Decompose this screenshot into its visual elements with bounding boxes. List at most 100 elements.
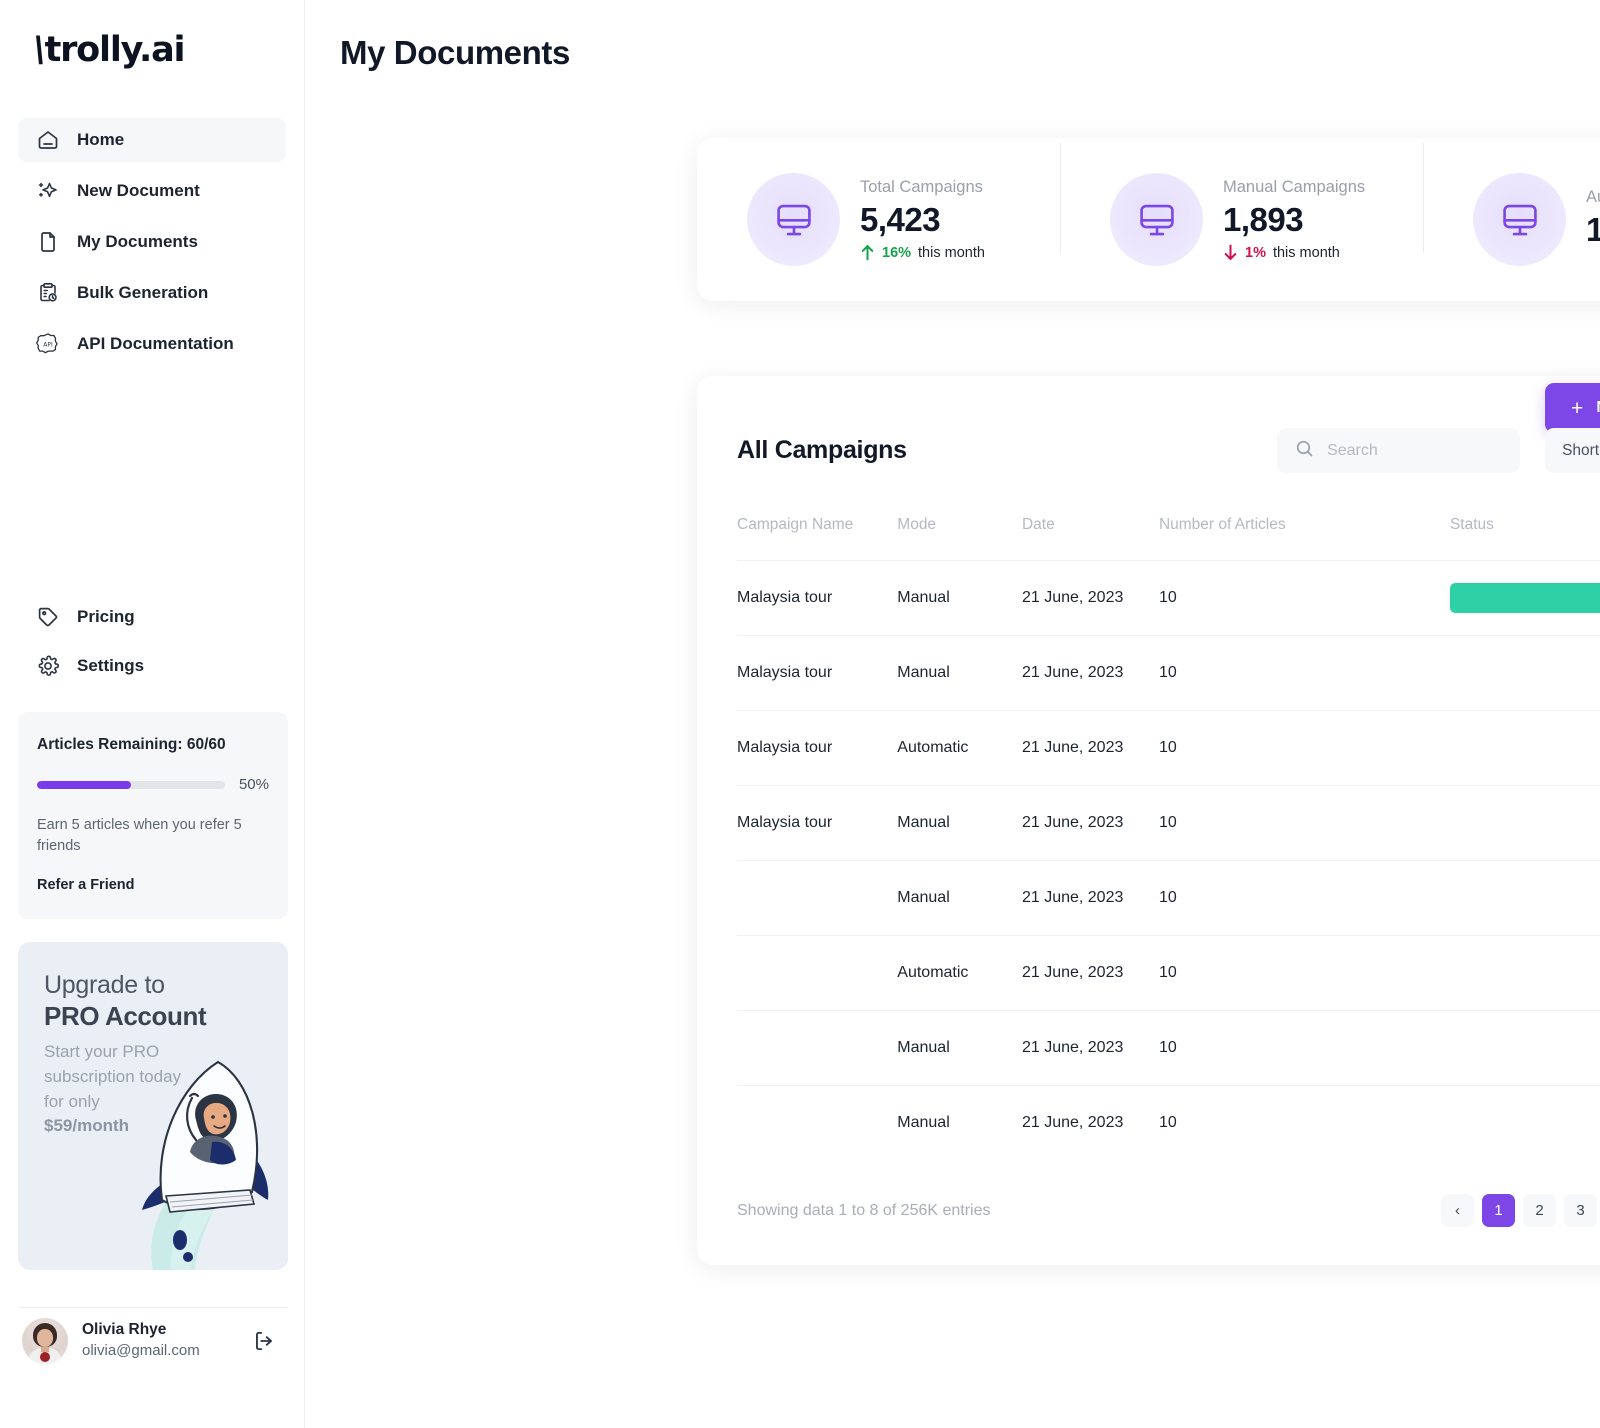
stat-value: 189 (1586, 211, 1600, 249)
column-header-mode: Mode (897, 516, 937, 533)
upgrade-price: $59/month (44, 1116, 130, 1136)
credits-progress-track (37, 780, 225, 789)
sidebar-item-label: New Document (77, 181, 200, 200)
table-row[interactable]: Malaysia tour Manual 21 June, 2023 10 (737, 560, 1600, 636)
sidebar: \trolly.ai Home New Document My Document… (0, 0, 305, 1428)
cell-date: 21 June, 2023 (1021, 860, 1159, 936)
sidebar-item-label: Home (77, 130, 125, 149)
cell-campaign-name (737, 860, 898, 936)
column-header-number-of-articles: Number of Articles (1158, 516, 1286, 533)
pagination-prev-button[interactable]: ‹ (1441, 1194, 1474, 1227)
cell-date: 21 June, 2023 (1021, 710, 1159, 786)
table-header-row: Campaign Name Mode Date Number of Articl… (737, 516, 1600, 561)
table-row[interactable]: Automatic21 June, 202310Completed (737, 935, 1600, 1011)
user-name: Olivia Rhye (82, 1321, 167, 1339)
cell-mode: Manual (897, 635, 1022, 711)
refer-a-friend-link[interactable]: Refer a Friend (37, 877, 269, 893)
sidebar-item-bulk-generation[interactable]: Bulk Generation (18, 271, 286, 315)
column-header-status: Status (1449, 516, 1494, 533)
table-head: Campaign Name Mode Date Number of Articl… (737, 516, 1600, 561)
credits-progress-fill (37, 780, 131, 789)
cell-campaign-name: Malaysia tour (737, 560, 898, 636)
sidebar-item-home[interactable]: Home (18, 118, 286, 162)
cell-status: Completed (1449, 1085, 1600, 1161)
stat-trend-suffix: this month (1272, 244, 1340, 261)
stat-label: Total Campaigns (860, 177, 983, 196)
user-divider (18, 1307, 288, 1308)
cell-mode: Manual (897, 1010, 1022, 1086)
cell-date: 21 June, 2023 (1021, 1085, 1159, 1161)
user-profile[interactable]: Olivia Rhye olivia@gmail.com (22, 1318, 292, 1364)
avatar (22, 1318, 68, 1364)
table-row[interactable]: Manual21 June, 202310Completed (737, 1010, 1600, 1086)
sidebar-item-my-documents[interactable]: My Documents (18, 220, 286, 264)
brand-name: trolly.ai (44, 30, 186, 70)
upgrade-headline-1: Upgrade to (44, 971, 165, 999)
campaigns-table: Campaign Name Mode Date Number of Articl… (737, 516, 1600, 1161)
stat-trend: 1% this month (1223, 244, 1365, 261)
cell-status: Completed (1449, 1010, 1600, 1086)
table-body: Malaysia tour Manual 21 June, 2023 10 Malays… (737, 560, 1600, 1161)
brand-logo[interactable]: \trolly.ai (0, 0, 304, 96)
upgrade-subtext: Start your PRO subscription today for on… (44, 1040, 184, 1139)
search-box[interactable] (1277, 428, 1521, 473)
sort-by-dropdown[interactable]: Short by : Newest (1545, 428, 1600, 473)
search-input[interactable] (1327, 441, 1504, 460)
new-campaign-button[interactable]: + New Campaign (1545, 383, 1600, 433)
table-row[interactable]: Malaysia tourManual21 June, 202310Comple… (737, 785, 1600, 861)
user-email: olivia@gmail.com (82, 1342, 200, 1360)
stat-value: 5,423 (860, 200, 941, 238)
pagination-page-2[interactable]: 2 (1523, 1194, 1556, 1227)
cell-mode: Manual (897, 785, 1022, 861)
cell-date: 21 June, 2023 (1021, 560, 1159, 636)
pagination-page-3[interactable]: 3 (1564, 1194, 1597, 1227)
stat-manual-campaigns: Manual Campaigns 1,893 1% this month (1060, 143, 1423, 266)
cell-status: Completed (1449, 635, 1600, 711)
search-icon (1294, 438, 1315, 464)
credits-percent-label: 50% (238, 776, 269, 793)
table-row[interactable]: Manual21 June, 202310Completed (737, 860, 1600, 936)
sidebar-item-settings[interactable]: Settings (18, 644, 287, 688)
document-icon (35, 229, 61, 255)
sidebar-item-pricing[interactable]: Pricing (18, 595, 287, 639)
cell-status (1449, 560, 1600, 636)
stat-value: 1,893 (1223, 200, 1304, 238)
table-row[interactable]: Malaysia tourManual21 June, 202310Comple… (737, 635, 1600, 711)
cell-date: 21 June, 2023 (1021, 785, 1159, 861)
sidebar-item-new-document[interactable]: New Document (18, 169, 286, 213)
sidebar-item-api-documentation[interactable]: API API Documentation (18, 322, 286, 366)
pagination-page-1[interactable]: 1 (1482, 1194, 1515, 1227)
stat-label: Manual Campaigns (1223, 177, 1366, 196)
main-content: My Documents Total Campaigns 5,423 16% t… (305, 0, 1600, 1428)
stat-automatic-campaigns: Automatic Campaigns 189 (1423, 143, 1600, 266)
cell-campaign-name: Malaysia tour (737, 635, 898, 711)
page-title: My Documents (340, 34, 570, 71)
secondary-nav: Pricing Settings (0, 595, 305, 693)
campaigns-panel: + New Campaign All Campaigns Short by : … (697, 376, 1600, 1265)
cell-status: Completed (1449, 935, 1600, 1011)
cell-mode: Automatic (897, 710, 1022, 786)
table-row[interactable]: Malaysia tourAutomatic21 June, 202310Com… (737, 710, 1600, 786)
articles-remaining-label: Articles Remaining: 60/60 (37, 736, 226, 753)
table-row[interactable]: Manual21 June, 202310Completed (737, 1085, 1600, 1161)
stat-trend: 16% this month (860, 244, 985, 261)
stat-trend-value: 1% (1245, 244, 1266, 261)
cell-campaign-name (737, 1085, 898, 1161)
stat-trend-value: 16% (882, 244, 912, 261)
cell-mode: Manual (897, 1085, 1022, 1161)
panel-header: All Campaigns Short by : Newest (737, 428, 1600, 473)
status-progress-track (1450, 583, 1600, 613)
monitor-icon (1110, 173, 1203, 266)
stats-summary-card: Total Campaigns 5,423 16% this month Man… (697, 138, 1600, 301)
plus-icon: + (1571, 396, 1584, 420)
pagination: ‹1234...40› (1441, 1194, 1600, 1227)
stat-label: Automatic Campaigns (1586, 188, 1600, 207)
new-campaign-label: New Campaign (1596, 399, 1600, 417)
cell-date: 21 June, 2023 (1021, 935, 1159, 1011)
upgrade-promo-card[interactable]: Upgrade to PRO Account Start your PRO su… (18, 942, 288, 1270)
cell-status: Completed (1449, 785, 1600, 861)
logout-icon[interactable] (251, 1328, 277, 1359)
credits-progress: 50% (37, 776, 269, 793)
svg-text:API: API (43, 342, 53, 349)
sidebar-item-label: Settings (77, 656, 145, 675)
